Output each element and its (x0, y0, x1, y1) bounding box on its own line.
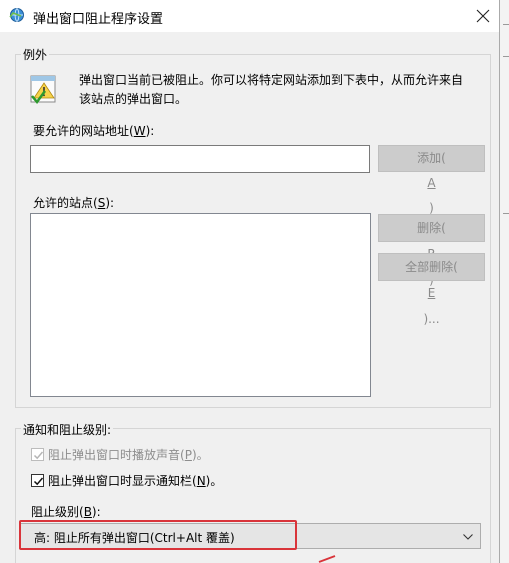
show-notification-bar-checkbox[interactable] (31, 474, 44, 487)
info-line: 该站点的弹出窗口。 (79, 92, 188, 106)
background-divider (503, 56, 509, 57)
add-button[interactable]: 添加(A) (378, 145, 485, 215)
checkmark-icon (33, 477, 44, 486)
allowed-sites-label: 允许的站点(S): (33, 194, 114, 211)
remove-all-button[interactable]: 全部删除( E)... (378, 253, 485, 326)
website-address-input[interactable] (30, 145, 370, 173)
notification-legend: 通知和阻止级别: (21, 421, 114, 438)
label-text: 阻止级别( (31, 505, 84, 519)
button-text: 全部删除( (405, 260, 458, 274)
chevron-down-icon (463, 534, 473, 540)
play-sound-label: 阻止弹出窗口时播放声音(P)。 (48, 446, 209, 463)
access-key: N (196, 474, 206, 488)
button-text: 删除( (417, 221, 446, 235)
label-text: 阻止弹出窗口时播放声音( (48, 448, 185, 462)
show-notification-bar-label: 阻止弹出窗口时显示通知栏(N)。 (48, 472, 222, 489)
background-divider (503, 24, 509, 25)
access-key: P (184, 448, 192, 462)
background-divider (503, 213, 509, 214)
access-key: W (133, 124, 146, 138)
access-key: E (427, 286, 436, 300)
label-text: 允许的站点( (33, 196, 98, 210)
annotation-arrow-stroke (318, 555, 336, 563)
website-address-label: 要允许的网站地址(W): (33, 122, 154, 139)
play-sound-checkbox[interactable] (31, 448, 44, 461)
exceptions-legend: 例外 (21, 46, 50, 63)
highlight-annotation (19, 520, 297, 550)
warning-page-icon (29, 74, 59, 106)
title-bar[interactable]: 弹出窗口阻止程序设置 (0, 0, 499, 32)
access-key: B (83, 505, 92, 519)
label-text: ): (145, 124, 155, 138)
label-text: ): (91, 505, 101, 519)
access-key: A (427, 176, 436, 190)
allowed-sites-list[interactable] (30, 213, 371, 397)
blocking-level-label: 阻止级别(B): (31, 503, 101, 520)
popup-blocker-settings-dialog: 弹出窗口阻止程序设置 例外 弹出窗口当前已被阻止。你可以将特定网站添加到下表中，… (0, 0, 500, 563)
close-icon (476, 9, 490, 23)
background-window-edge (500, 0, 509, 563)
exceptions-info-text: 弹出窗口当前已被阻止。你可以将特定网站添加到下表中，从而允许来自 该站点的弹出窗… (79, 71, 479, 109)
label-text: )。 (191, 448, 209, 462)
remove-button[interactable]: 删除(R) (378, 214, 485, 287)
window-title: 弹出窗口阻止程序设置 (33, 12, 164, 27)
checkmark-icon (33, 451, 44, 460)
label-text: 阻止弹出窗口时显示通知栏( (48, 474, 197, 488)
button-text: )... (423, 312, 440, 326)
info-line: 弹出窗口当前已被阻止。你可以将特定网站添加到下表中，从而允许来自 (79, 73, 464, 87)
label-text: ): (105, 196, 115, 210)
ie-globe-icon (9, 7, 25, 23)
button-text: 添加( (417, 151, 446, 165)
close-button[interactable] (467, 0, 499, 32)
label-text: 要允许的网站地址( (33, 124, 134, 138)
label-text: )。 (205, 474, 223, 488)
